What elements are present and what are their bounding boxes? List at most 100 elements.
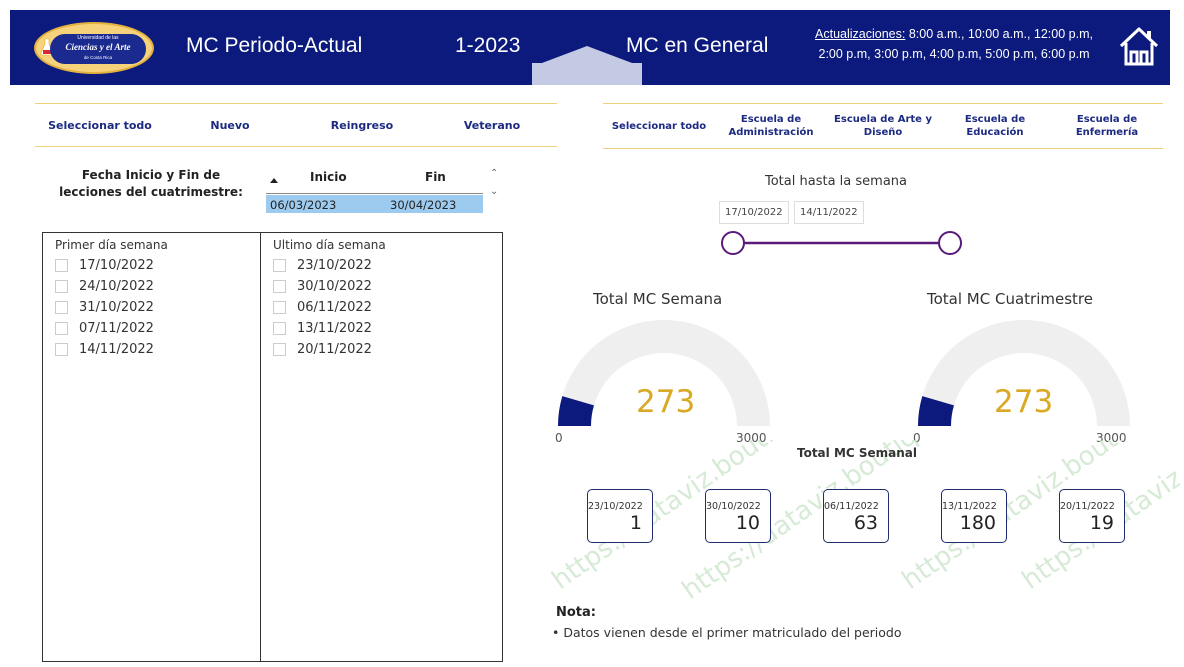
last-day-week-title: Ultimo día semana <box>273 238 386 252</box>
school-select-all[interactable]: Seleccionar todo <box>603 104 715 148</box>
note-label: Nota: <box>556 605 596 620</box>
slicer-item-veterano[interactable]: Veterano <box>427 104 557 146</box>
card-date: 06/11/2022 <box>824 501 879 512</box>
weekly-total-title: Total MC Semanal <box>796 446 918 460</box>
gauge-max-cuatrimestre: 3000 <box>1096 431 1127 445</box>
update-times-line2: 2:00 p.m, 3:00 p.m, 4:00 p.m, 5:00 p.m, … <box>818 47 1090 61</box>
list-item-label: 13/11/2022 <box>297 321 372 336</box>
checkbox[interactable] <box>273 280 286 293</box>
card-value: 19 <box>1089 512 1114 534</box>
weekly-card: 30/10/2022 10 <box>705 489 771 543</box>
logo-banner: Universidad de las Ciencias y el Arte de… <box>50 34 146 64</box>
checkbox[interactable] <box>273 343 286 356</box>
logo-small-text: Universidad de las <box>77 35 119 41</box>
list-item[interactable]: 13/11/2022 <box>273 321 372 336</box>
card-date: 30/10/2022 <box>706 501 761 512</box>
checkbox[interactable] <box>55 301 68 314</box>
checkbox[interactable] <box>55 280 68 293</box>
list-item-label: 31/10/2022 <box>79 300 154 315</box>
list-item-label: 17/10/2022 <box>79 258 154 273</box>
list-item[interactable]: 23/10/2022 <box>273 258 372 273</box>
slider-start-handle[interactable] <box>721 231 745 255</box>
list-item[interactable]: 07/11/2022 <box>55 321 154 336</box>
list-item[interactable]: 14/11/2022 <box>55 342 154 357</box>
card-value: 10 <box>735 512 760 534</box>
card-value: 63 <box>853 512 878 534</box>
checkbox[interactable] <box>273 259 286 272</box>
list-item-label: 23/10/2022 <box>297 258 372 273</box>
logo-main-text: Ciencias y el Arte <box>65 42 131 52</box>
gauge-max-semana: 3000 <box>736 431 767 445</box>
range-start-input[interactable]: 17/10/2022 <box>719 201 789 224</box>
checkbox[interactable] <box>273 322 286 335</box>
slicer-select-all[interactable]: Seleccionar todo <box>35 104 165 146</box>
header-bar: Universidad de las Ciencias y el Arte de… <box>10 10 1170 85</box>
gauge-title-cuatrimestre: Total MC Cuatrimestre <box>927 290 1093 308</box>
card-value: 1 <box>629 512 642 534</box>
weekly-card: 06/11/2022 63 <box>823 489 889 543</box>
dashboard-page: Universidad de las Ciencias y el Arte de… <box>0 0 1184 667</box>
scroll-down-icon[interactable]: ⌄ <box>490 186 498 197</box>
first-day-week-title: Primer día semana <box>55 238 168 252</box>
card-date: 13/11/2022 <box>942 501 997 512</box>
slicer-item-reingreso[interactable]: Reingreso <box>297 104 427 146</box>
range-end-input[interactable]: 14/11/2022 <box>794 201 864 224</box>
date-range-slider[interactable] <box>718 228 968 258</box>
gauge-min-semana: 0 <box>555 431 563 445</box>
checkbox[interactable] <box>55 259 68 272</box>
card-value: 180 <box>959 512 996 534</box>
card-date: 23/10/2022 <box>588 501 643 512</box>
cell-fin: 30/04/2023 <box>390 198 457 212</box>
table-row[interactable]: 06/03/2023 30/04/2023 <box>266 195 483 213</box>
list-item-label: 20/11/2022 <box>297 342 372 357</box>
period-label: 1-2023 <box>455 34 521 57</box>
card-date: 20/11/2022 <box>1060 501 1115 512</box>
checkbox[interactable] <box>273 301 286 314</box>
list-item-label: 14/11/2022 <box>79 342 154 357</box>
list-item[interactable]: 31/10/2022 <box>55 300 154 315</box>
update-schedule-label: Actualizaciones: <box>815 27 906 41</box>
cell-inicio: 06/03/2023 <box>270 198 337 212</box>
list-item[interactable]: 17/10/2022 <box>55 258 154 273</box>
school-item-arte-diseno[interactable]: Escuela de Arte y Diseño <box>827 104 939 148</box>
list-item-label: 06/11/2022 <box>297 300 372 315</box>
note-text: • Datos vienen desde el primer matricula… <box>552 625 902 640</box>
update-times-line1: 8:00 a.m., 10:00 a.m., 12:00 p.m, <box>905 27 1093 41</box>
list-item[interactable]: 30/10/2022 <box>273 279 372 294</box>
checkbox[interactable] <box>55 322 68 335</box>
school-item-administracion[interactable]: Escuela de Administración <box>715 104 827 148</box>
list-item-label: 24/10/2022 <box>79 279 154 294</box>
university-logo: Universidad de las Ciencias y el Arte de… <box>34 22 154 74</box>
column-header-fin[interactable]: Fin <box>425 170 446 184</box>
slicer-item-nuevo[interactable]: Nuevo <box>165 104 295 146</box>
range-slider-title: Total hasta la semana <box>765 174 907 189</box>
page-title: MC Periodo-Actual <box>186 34 363 57</box>
weekly-card: 23/10/2022 1 <box>587 489 653 543</box>
school-item-educacion[interactable]: Escuela de Educación <box>939 104 1051 148</box>
weekly-card: 20/11/2022 19 <box>1059 489 1125 543</box>
tab-mc-general[interactable]: MC en General <box>626 34 768 58</box>
column-header-inicio[interactable]: Inicio <box>310 170 347 184</box>
list-item-label: 30/10/2022 <box>297 279 372 294</box>
list-item[interactable]: 06/11/2022 <box>273 300 372 315</box>
gauge-title-semana: Total MC Semana <box>593 290 723 308</box>
home-icon[interactable] <box>1117 24 1161 68</box>
weekly-card: 13/11/2022 180 <box>941 489 1007 543</box>
update-schedule: Actualizaciones: 8:00 a.m., 10:00 a.m., … <box>798 24 1110 64</box>
school-item-enfermeria[interactable]: Escuela de Enfermería <box>1051 104 1163 148</box>
list-item[interactable]: 20/11/2022 <box>273 342 372 357</box>
last-day-week-list: Ultimo día semana 23/10/2022 30/10/2022 … <box>260 232 503 662</box>
gauge-min-cuatrimestre: 0 <box>913 431 921 445</box>
scroll-up-icon[interactable]: ⌃ <box>490 168 498 179</box>
date-range-label: Fecha Inicio y Fin de lecciones del cuat… <box>59 168 243 199</box>
checkbox[interactable] <box>55 343 68 356</box>
gauge-value-semana: 273 <box>636 384 696 420</box>
list-item[interactable]: 24/10/2022 <box>55 279 154 294</box>
school-slicer: Seleccionar todo Escuela de Administraci… <box>603 103 1163 149</box>
student-type-slicer: Seleccionar todo Nuevo Reingreso Veteran… <box>35 103 557 147</box>
watermark-text: https://dataviz.boutique <box>897 440 1169 596</box>
table-header-divider <box>266 193 483 194</box>
sort-ascending-icon[interactable] <box>270 178 278 183</box>
slider-end-handle[interactable] <box>938 231 962 255</box>
first-day-week-list: Primer día semana 17/10/2022 24/10/2022 … <box>42 232 261 662</box>
